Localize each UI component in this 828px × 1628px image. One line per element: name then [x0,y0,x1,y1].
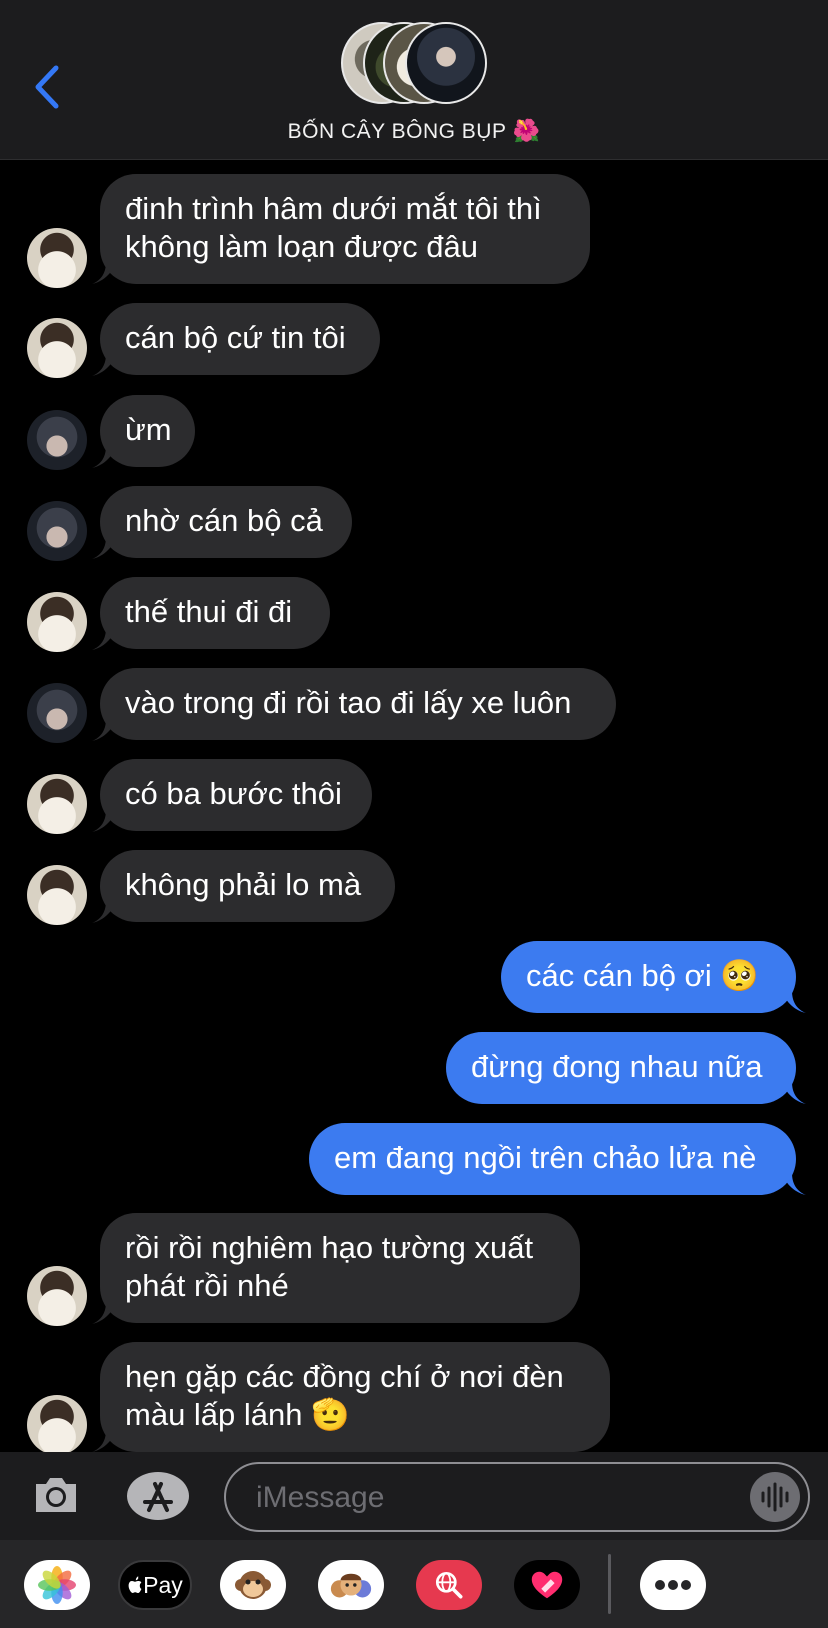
camera-icon[interactable] [32,1472,80,1516]
message-bubble-incoming[interactable]: vào trong đi rồi tao đi lấy xe luôn [100,668,616,740]
animoji-button[interactable] [220,1560,286,1610]
conversation-header: BỐN CÂY BÔNG BỤP 🌺 [0,0,828,160]
sender-avatar[interactable] [27,774,87,834]
group-avatar-stack[interactable] [341,22,487,108]
message-text: ừm [125,412,172,447]
more-icon [655,1580,691,1590]
message-bubble-incoming[interactable]: đinh trình hâm dưới mắt tôi thì không là… [100,174,590,284]
apple-pay-label: Pay [143,1571,183,1598]
message-bubble-outgoing[interactable]: các cán bộ ơi 🥺 [501,941,796,1013]
message-text: thế thui đi đi [125,594,293,629]
message-text: không phải lo mà [125,867,362,902]
digital-touch-icon [531,1571,563,1599]
sender-avatar[interactable] [27,1266,87,1326]
memoji-icon [330,1573,372,1598]
sender-avatar[interactable] [27,1395,87,1455]
message-bubble-incoming[interactable]: ừm [100,395,195,467]
group-title[interactable]: BỐN CÂY BÔNG BỤP 🌺 [0,118,828,144]
web-search-icon [435,1571,463,1599]
audio-record-button[interactable] [750,1472,800,1522]
group-title-text: BỐN CÂY BÔNG BỤP [287,120,507,143]
monkey-memoji-icon [235,1571,271,1599]
back-chevron-icon[interactable] [30,62,64,112]
sender-avatar[interactable] [27,318,87,378]
message-text: rồi rồi nghiêm hạo tường xuất [125,1230,534,1265]
message-text: phát rồi nhé [125,1268,289,1303]
web-search-button[interactable] [416,1560,482,1610]
message-text: vào trong đi rồi tao đi lấy xe luôn [125,685,572,720]
message-text: hẹn gặp các đồng chí ở nơi đèn [125,1359,564,1394]
app-store-button[interactable] [127,1472,189,1520]
sender-avatar[interactable] [27,410,87,470]
drawer-divider [608,1554,611,1614]
imessage-field[interactable] [224,1462,810,1532]
hibiscus-emoji: 🌺 [512,118,541,143]
message-bubble-outgoing[interactable]: đừng đong nhau nữa [446,1032,796,1104]
message-bubble-incoming[interactable]: thế thui đi đi [100,577,330,649]
group-avatar [405,22,487,104]
message-bubble-incoming[interactable]: rồi rồi nghiêm hạo tường xuất phát rồi n… [100,1213,580,1323]
message-text: đừng đong nhau nữa [471,1049,763,1084]
message-text: màu lấp lánh 🫡 [125,1397,350,1432]
sender-avatar[interactable] [27,592,87,652]
message-bubble-incoming[interactable]: cán bộ cứ tin tôi [100,303,380,375]
sender-avatar[interactable] [27,228,87,288]
sender-avatar[interactable] [27,683,87,743]
photos-app-button[interactable] [24,1560,90,1610]
memoji-button[interactable] [318,1560,384,1610]
message-bubble-outgoing[interactable]: em đang ngồi trên chảo lửa nè [309,1123,796,1195]
more-apps-button[interactable] [640,1560,706,1610]
message-bubble-incoming[interactable]: không phải lo mà [100,850,395,922]
compose-bar [0,1452,828,1540]
digital-touch-button[interactable] [514,1560,580,1610]
message-text: đinh trình hâm dưới mắt tôi thì [125,191,542,226]
message-text: có ba bước thôi [125,776,342,811]
app-drawer: Pay [0,1540,828,1628]
apple-pay-button[interactable]: Pay [118,1560,192,1610]
message-text: không làm loạn được đâu [125,229,479,264]
message-input[interactable] [254,1476,738,1520]
message-bubble-incoming[interactable]: có ba bước thôi [100,759,372,831]
message-text: các cán bộ ơi 🥺 [526,958,759,993]
apple-logo-icon [128,1576,142,1593]
message-bubble-incoming[interactable]: hẹn gặp các đồng chí ở nơi đèn màu lấp l… [100,1342,610,1452]
message-text: cán bộ cứ tin tôi [125,320,346,355]
app-store-icon [143,1482,173,1512]
photos-icon [38,1566,76,1604]
message-text: nhờ cán bộ cả [125,503,323,538]
waveform-icon [761,1482,789,1512]
sender-avatar[interactable] [27,865,87,925]
message-text: em đang ngồi trên chảo lửa nè [334,1140,757,1175]
message-bubble-incoming[interactable]: nhờ cán bộ cả [100,486,352,558]
sender-avatar[interactable] [27,501,87,561]
